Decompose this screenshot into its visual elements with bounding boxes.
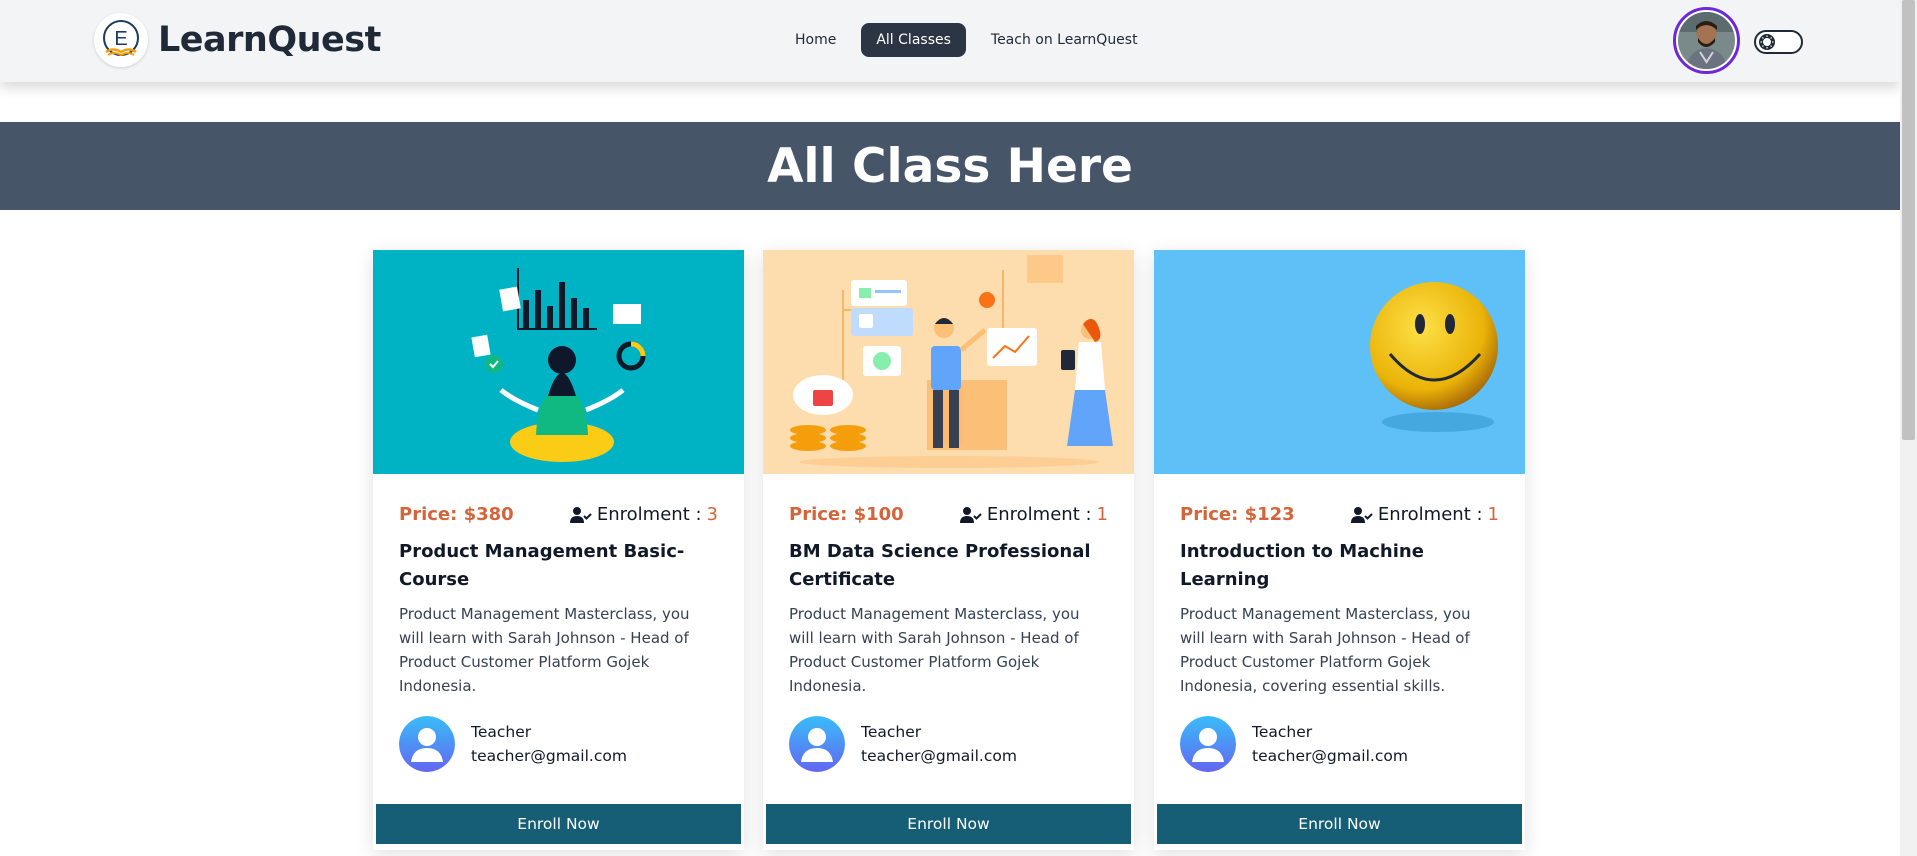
nav-links: Home All Classes Teach on LearnQuest [780, 23, 1153, 57]
teacher-name: Teacher [861, 723, 922, 741]
class-title[interactable]: BM Data Science Professional Certificate [789, 538, 1108, 594]
enrolment-count: 1 [1487, 504, 1499, 525]
class-card: Price: $123 Enrolment : 1 Introduction t… [1154, 250, 1525, 850]
class-price: Price: $123 [1180, 504, 1295, 525]
teacher-name: Teacher [1252, 723, 1313, 741]
enrolment-info: Enrolment : 1 [959, 504, 1108, 525]
class-image-data-science [763, 250, 1134, 474]
teacher-avatar-icon [789, 716, 845, 772]
class-description: Product Management Masterclass, you will… [1180, 605, 1471, 695]
enrolment-count: 3 [706, 504, 718, 525]
class-price: Price: $100 [789, 504, 904, 525]
svg-text:E: E [114, 28, 127, 50]
teacher-avatar-icon [1180, 716, 1236, 772]
class-title[interactable]: Introduction to Machine Learning [1180, 538, 1499, 594]
teacher-name: Teacher [471, 723, 532, 741]
class-image-machine-learning [1154, 250, 1525, 474]
enroll-now-button[interactable]: Enroll Now [376, 804, 741, 844]
nav-all-classes[interactable]: All Classes [861, 23, 966, 57]
user-check-icon [1350, 506, 1373, 523]
learnquest-logo: E [94, 13, 148, 67]
brand[interactable]: E LearnQuest [94, 13, 381, 67]
nav-teach[interactable]: Teach on LearnQuest [976, 23, 1153, 57]
enroll-now-button[interactable]: Enroll Now [766, 804, 1131, 844]
class-price: Price: $380 [399, 504, 514, 525]
user-avatar[interactable] [1673, 7, 1740, 74]
page-scrollbar[interactable] [1900, 0, 1917, 856]
enrolment-label: Enrolment : [986, 504, 1092, 525]
user-avatar-photo [1678, 12, 1735, 69]
enrolment-label: Enrolment : [1377, 504, 1483, 525]
navbar: E LearnQuest Home All Classes Teach on L… [0, 0, 1900, 82]
teacher-info: Teacher teacher@gmail.com [1180, 716, 1408, 772]
theme-toggle[interactable] [1754, 30, 1803, 54]
class-image-product-management [373, 250, 744, 474]
teacher-info: Teacher teacher@gmail.com [789, 716, 1017, 772]
enrolment-info: Enrolment : 3 [569, 504, 718, 525]
enrolment-count: 1 [1096, 504, 1108, 525]
enrolment-info: Enrolment : 1 [1350, 504, 1499, 525]
teacher-avatar-icon [399, 716, 455, 772]
sun-icon [1758, 33, 1776, 51]
teacher-email: teacher@gmail.com [861, 747, 1017, 765]
brand-name: LearnQuest [158, 20, 381, 60]
enroll-now-button[interactable]: Enroll Now [1157, 804, 1522, 844]
class-card: Price: $380 Enrolment : 3 Product Manage… [373, 250, 744, 850]
scrollbar-thumb[interactable] [1902, 0, 1915, 440]
enrolment-label: Enrolment : [596, 504, 702, 525]
nav-home[interactable]: Home [780, 23, 851, 57]
user-check-icon [569, 506, 592, 523]
class-card: Price: $100 Enrolment : 1 BM Data Scienc… [763, 250, 1134, 850]
user-check-icon [959, 506, 982, 523]
teacher-email: teacher@gmail.com [1252, 747, 1408, 765]
teacher-email: teacher@gmail.com [471, 747, 627, 765]
class-description: Product Management Masterclass, you will… [399, 605, 690, 695]
class-title[interactable]: Product Management Basic-Course [399, 538, 718, 594]
teacher-info: Teacher teacher@gmail.com [399, 716, 627, 772]
class-description: Product Management Masterclass, you will… [789, 605, 1080, 695]
page-banner: All Class Here [0, 122, 1900, 210]
page-title: All Class Here [767, 138, 1133, 194]
